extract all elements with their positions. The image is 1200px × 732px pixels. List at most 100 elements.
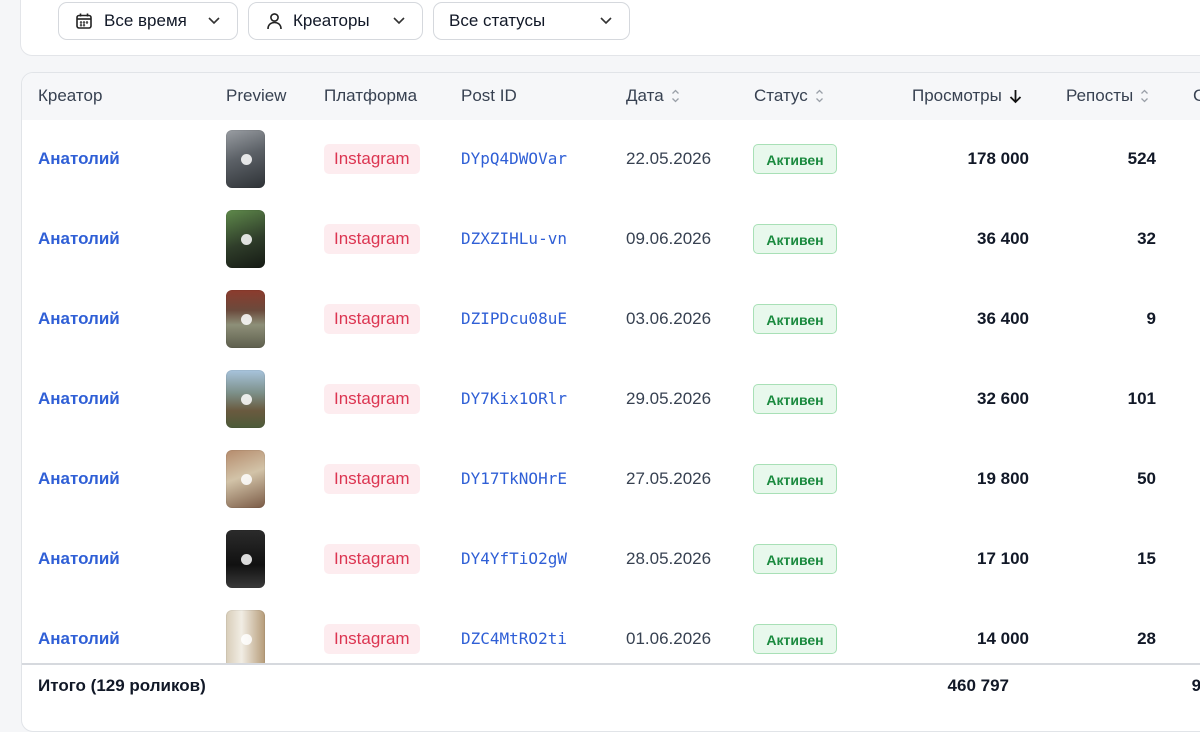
views-count: 178 000 — [967, 149, 1029, 168]
status-filter-label: Все статусы — [449, 11, 546, 30]
sort-arrows-icon[interactable] — [1140, 89, 1149, 103]
platform-badge: Instagram — [324, 304, 420, 334]
chevron-down-icon — [392, 13, 406, 27]
reposts-count: 524 — [1127, 149, 1156, 168]
posts-table: Креатор Preview Платформа Post ID Дата С… — [21, 72, 1200, 732]
time-filter-label: Все время — [104, 11, 187, 30]
play-icon — [240, 474, 252, 485]
creator-link[interactable]: Анатолий — [38, 469, 120, 489]
post-id-link[interactable]: DZXZIHLu-vn — [461, 229, 567, 248]
column-header-reposts[interactable]: Репосты — [1066, 86, 1149, 106]
time-filter-dropdown[interactable]: Все время — [58, 2, 238, 40]
post-date: 28.05.2026 — [626, 549, 712, 568]
views-count: 14 000 — [977, 629, 1029, 648]
total-label: Итого (129 роликов) — [38, 676, 206, 695]
post-id-link[interactable]: DY4YfTiO2gW — [461, 549, 567, 568]
column-header-preview: Preview — [226, 86, 287, 105]
creator-link[interactable]: Анатолий — [38, 549, 120, 569]
status-badge: Активен — [753, 544, 837, 574]
platform-badge: Instagram — [324, 384, 420, 414]
reposts-count: 15 — [1137, 549, 1156, 568]
total-views: 460 797 — [947, 676, 1009, 695]
status-badge: Активен — [753, 304, 837, 334]
filters-bar: Все время Креаторы Все статусы — [20, 0, 1200, 56]
creators-filter-label: Креаторы — [293, 11, 370, 30]
creator-link[interactable]: Анатолий — [38, 389, 120, 409]
reposts-count: 50 — [1137, 469, 1156, 488]
post-id-link[interactable]: DY17TkNOHrE — [461, 469, 567, 488]
preview-thumbnail[interactable] — [226, 610, 265, 668]
views-count: 17 100 — [977, 549, 1029, 568]
table-row[interactable]: Анатолий Instagram DY7Kix1ORlr 29.05.202… — [22, 360, 1200, 441]
preview-thumbnail[interactable] — [226, 290, 265, 348]
arrow-down-icon[interactable] — [1009, 89, 1022, 104]
post-id-link[interactable]: DZC4MtRO2ti — [461, 629, 567, 648]
status-badge: Активен — [753, 144, 837, 174]
play-icon — [240, 314, 252, 325]
platform-badge: Instagram — [324, 224, 420, 254]
post-id-link[interactable]: DYpQ4DWOVar — [461, 149, 567, 168]
preview-thumbnail[interactable] — [226, 130, 265, 188]
preview-thumbnail[interactable] — [226, 530, 265, 588]
platform-badge: Instagram — [324, 464, 420, 494]
post-date: 22.05.2026 — [626, 149, 712, 168]
status-badge: Активен — [753, 624, 837, 654]
preview-thumbnail[interactable] — [226, 370, 265, 428]
table-footer: Итого (129 роликов) 460 797 903 — [22, 663, 1200, 711]
preview-thumbnail[interactable] — [226, 210, 265, 268]
post-date: 27.05.2026 — [626, 469, 712, 488]
reposts-count: 28 — [1137, 629, 1156, 648]
play-icon — [240, 634, 252, 645]
status-badge: Активен — [753, 384, 837, 414]
play-icon — [240, 234, 252, 245]
views-count: 36 400 — [977, 309, 1029, 328]
platform-badge: Instagram — [324, 544, 420, 574]
user-icon — [266, 12, 283, 30]
play-icon — [240, 394, 252, 405]
column-header-platform[interactable]: Платформа — [324, 86, 417, 106]
views-count: 19 800 — [977, 469, 1029, 488]
column-header-creator[interactable]: Креатор — [38, 86, 102, 106]
reposts-count: 101 — [1127, 389, 1156, 408]
creators-filter-dropdown[interactable]: Креаторы — [248, 2, 423, 40]
reposts-count: 9 — [1146, 309, 1156, 328]
column-header-post-id[interactable]: Post ID — [461, 86, 517, 106]
sort-arrows-icon[interactable] — [815, 89, 824, 103]
platform-badge: Instagram — [324, 624, 420, 654]
column-header-views[interactable]: Просмотры — [912, 86, 1022, 106]
table-header: Креатор Preview Платформа Post ID Дата С… — [22, 73, 1200, 121]
post-date: 01.06.2026 — [626, 629, 712, 648]
calendar-icon — [75, 12, 93, 30]
play-icon — [240, 554, 252, 565]
table-row[interactable]: Анатолий Instagram DZXZIHLu-vn 09.06.202… — [22, 200, 1200, 281]
table-row[interactable]: Анатолий Instagram DY17TkNOHrE 27.05.202… — [22, 440, 1200, 521]
column-header-date[interactable]: Дата — [626, 86, 680, 106]
table-row[interactable]: Анатолий Instagram DYpQ4DWOVar 22.05.202… — [22, 120, 1200, 201]
table-row[interactable]: Анатолий Instagram DY4YfTiO2gW 28.05.202… — [22, 520, 1200, 601]
creator-link[interactable]: Анатолий — [38, 149, 120, 169]
platform-badge: Instagram — [324, 144, 420, 174]
table-row[interactable]: Анатолий Instagram DZIPDcu08uE 03.06.202… — [22, 280, 1200, 361]
total-reposts: 903 — [1192, 676, 1200, 696]
preview-thumbnail[interactable] — [226, 450, 265, 508]
status-badge: Активен — [753, 464, 837, 494]
post-id-link[interactable]: DZIPDcu08uE — [461, 309, 567, 328]
play-icon — [240, 154, 252, 165]
post-date: 09.06.2026 — [626, 229, 712, 248]
post-id-link[interactable]: DY7Kix1ORlr — [461, 389, 567, 408]
creator-link[interactable]: Анатолий — [38, 629, 120, 649]
post-date: 03.06.2026 — [626, 309, 712, 328]
post-date: 29.05.2026 — [626, 389, 712, 408]
creator-link[interactable]: Анатолий — [38, 309, 120, 329]
column-header-status[interactable]: Статус — [754, 86, 824, 106]
sort-arrows-icon[interactable] — [671, 89, 680, 103]
views-count: 36 400 — [977, 229, 1029, 248]
creator-link[interactable]: Анатолий — [38, 229, 120, 249]
reposts-count: 32 — [1137, 229, 1156, 248]
status-filter-dropdown[interactable]: Все статусы — [433, 2, 630, 40]
column-header-next[interactable]: С — [1193, 86, 1200, 106]
chevron-down-icon — [599, 13, 613, 27]
views-count: 32 600 — [977, 389, 1029, 408]
status-badge: Активен — [753, 224, 837, 254]
chevron-down-icon — [207, 13, 221, 27]
